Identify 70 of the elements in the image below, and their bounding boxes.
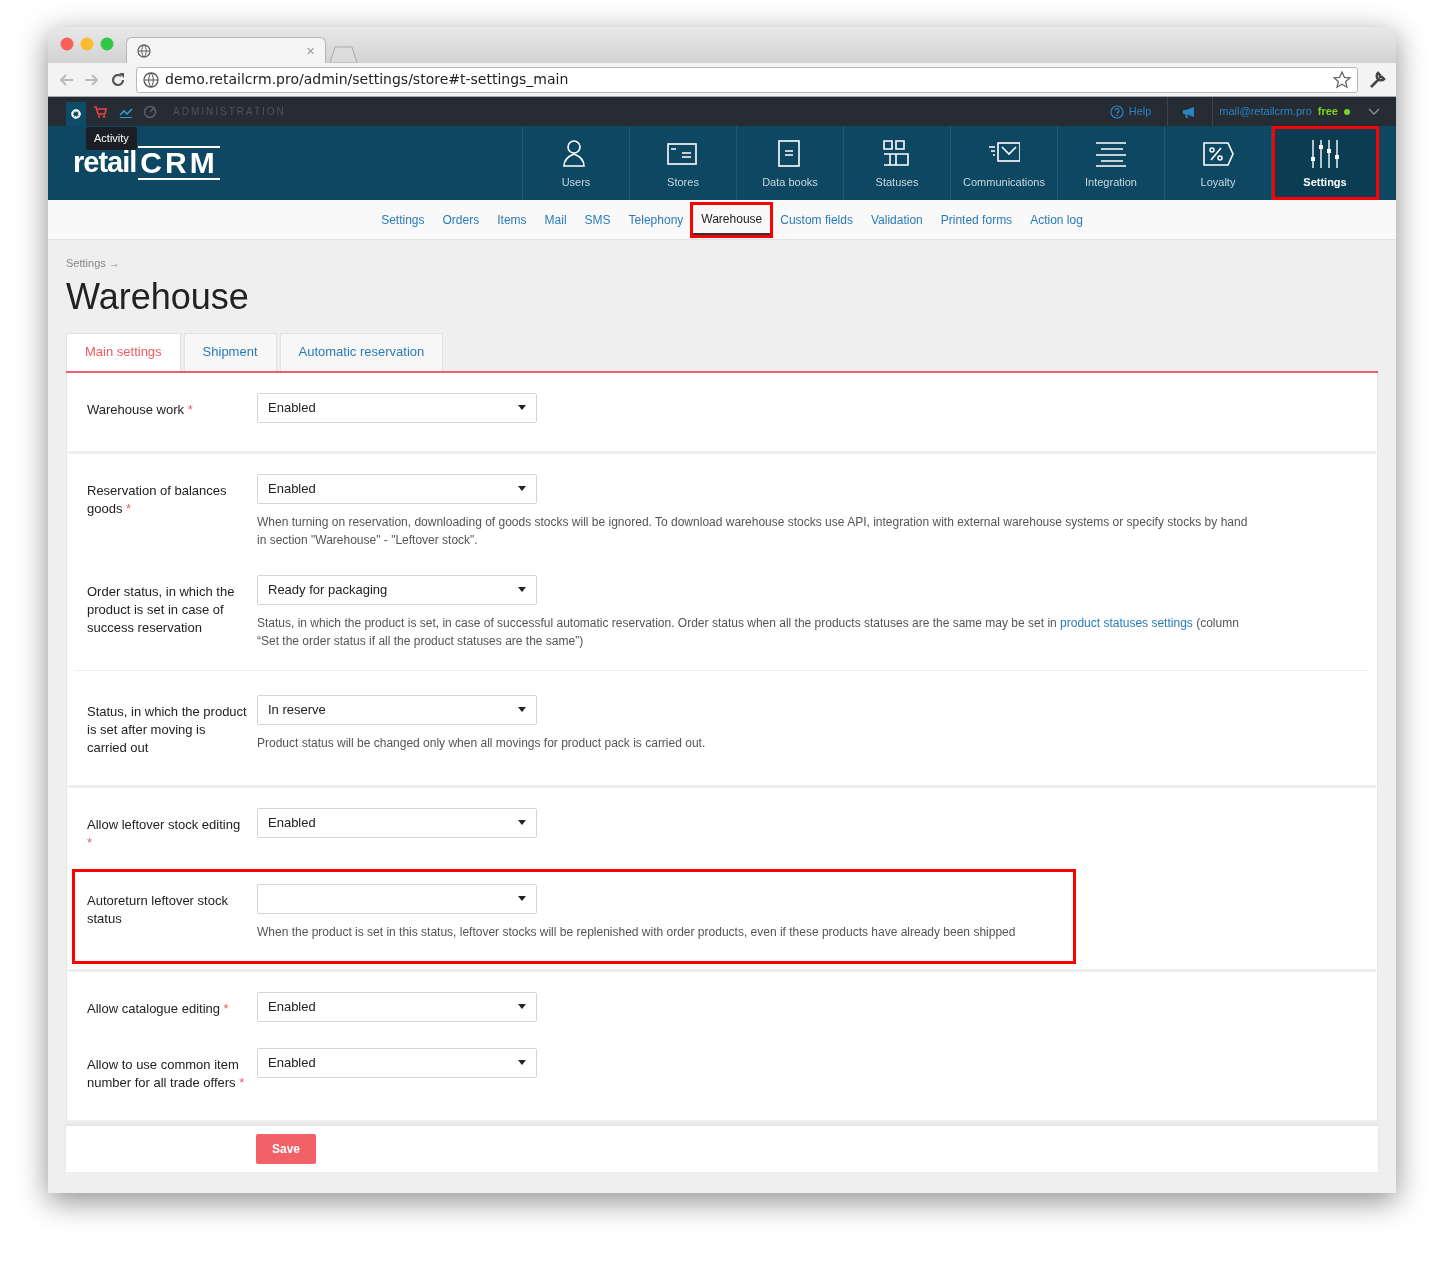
chart-line-icon[interactable] [119,105,133,118]
tab[interactable]: Main settings [66,332,181,371]
select-field[interactable] [257,883,537,914]
sub-nav-link[interactable]: Orders [434,205,488,234]
sub-nav-link[interactable]: Custom fields [772,205,861,234]
sub-nav-link[interactable]: Action log [1022,205,1091,234]
settings-link[interactable]: product statuses settings [1060,615,1193,630]
globe-icon [137,43,151,58]
field-hint: When turning on reservation, downloading of goods stocks will be ignored. To download warehouse stocks use API, integration with external warehouse systems or specify stocks by hand in section "Warehouse" - "Leftover stock". [257,513,1249,549]
tooltip: Activity [86,127,137,150]
caret-icon [518,1004,526,1009]
field-hint: Status, in which the product is set, in case of successful automatic reservation. Order status when all the products statuses are the same may be set in product statuses settings (column “Set the order status if all the product statuses are the same”) [257,614,1240,650]
field-label: Warehouse work * [87,400,194,419]
field-label: Allow to use common item number for all trade offers * [87,1055,246,1092]
logo-mark: CRM [138,146,220,180]
reload-icon[interactable] [110,71,126,88]
caret-icon [518,707,526,712]
save-button[interactable]: Save [256,1133,317,1164]
field-label: Allow catalogue editing * [87,999,230,1018]
field-label: Autoreturn leftover stock status [87,891,229,928]
star-icon[interactable] [1333,70,1351,89]
globe-icon [143,71,159,88]
target-icon[interactable] [143,104,157,119]
select-field[interactable]: Enabled [257,392,537,423]
browser-tab[interactable]: × [126,37,326,63]
sub-nav-link[interactable]: Items [489,205,535,234]
sub-nav-link[interactable]: Mail [536,205,575,234]
sub-nav-link[interactable]: Telephony [620,205,692,234]
tab[interactable]: Shipment [183,332,277,371]
sliders-icon [1309,138,1341,169]
field-label: Status, in which the product is set after moving is carried out [87,702,248,757]
select-field[interactable]: Enabled [257,1047,537,1078]
select-field[interactable]: In reserve [257,694,537,725]
status-dot-icon [1344,108,1350,115]
caret-icon [518,820,526,825]
sub-nav-link[interactable]: Warehouse [693,204,771,235]
field-label: Allow leftover stock editing * [87,815,242,852]
help-icon [1109,104,1124,119]
tab[interactable]: Automatic reservation [279,332,444,371]
window-control-icon[interactable] [60,37,74,51]
sub-nav-link[interactable]: SMS [576,205,619,234]
field-hint: Product status will be changed only when all movings for product pack is carried out. [257,734,707,752]
gear-icon [70,108,82,120]
caret-icon [518,1060,526,1065]
account-email[interactable]: mail@retailcrm.pro [1219,103,1312,120]
select-field[interactable]: Enabled [257,473,537,504]
sub-nav-link[interactable]: Validation [862,205,931,234]
field-label: Reservation of balances goods * [87,481,228,518]
sub-nav-link[interactable]: Settings [373,205,433,234]
chevron-down-icon[interactable] [1368,107,1380,116]
plan-label: free [1317,104,1338,120]
wrench-icon[interactable] [1368,70,1386,89]
select-field[interactable]: Enabled [257,991,537,1022]
caret-icon [518,486,526,491]
caret-icon [518,896,526,901]
select-field[interactable]: Ready for packaging [257,574,537,605]
caret-icon [518,405,526,410]
cart-icon[interactable] [93,105,107,118]
close-tab-button[interactable]: × [306,43,315,58]
breadcrumb[interactable]: Settings → [66,255,1378,272]
settings-button[interactable] [66,102,86,126]
nav-item[interactable]: Settings [1272,126,1379,200]
page-title: Warehouse [66,274,250,319]
field-label: Order status, in which the product is set in case of success reservation [87,582,236,637]
field-hint: When the product is set in this status, leftover stocks will be replenished with order products, even if these products have already been shipped [257,923,1017,941]
address-bar[interactable]: demo.retailcrm.pro/admin/settings/store#t-settings_main [136,66,1358,93]
url-text: demo.retailcrm.pro/admin/settings/store#t-settings_main [165,70,570,89]
sub-nav-link[interactable]: Printed forms [932,205,1021,234]
caret-icon [518,587,526,592]
select-field[interactable]: Enabled [257,807,537,838]
